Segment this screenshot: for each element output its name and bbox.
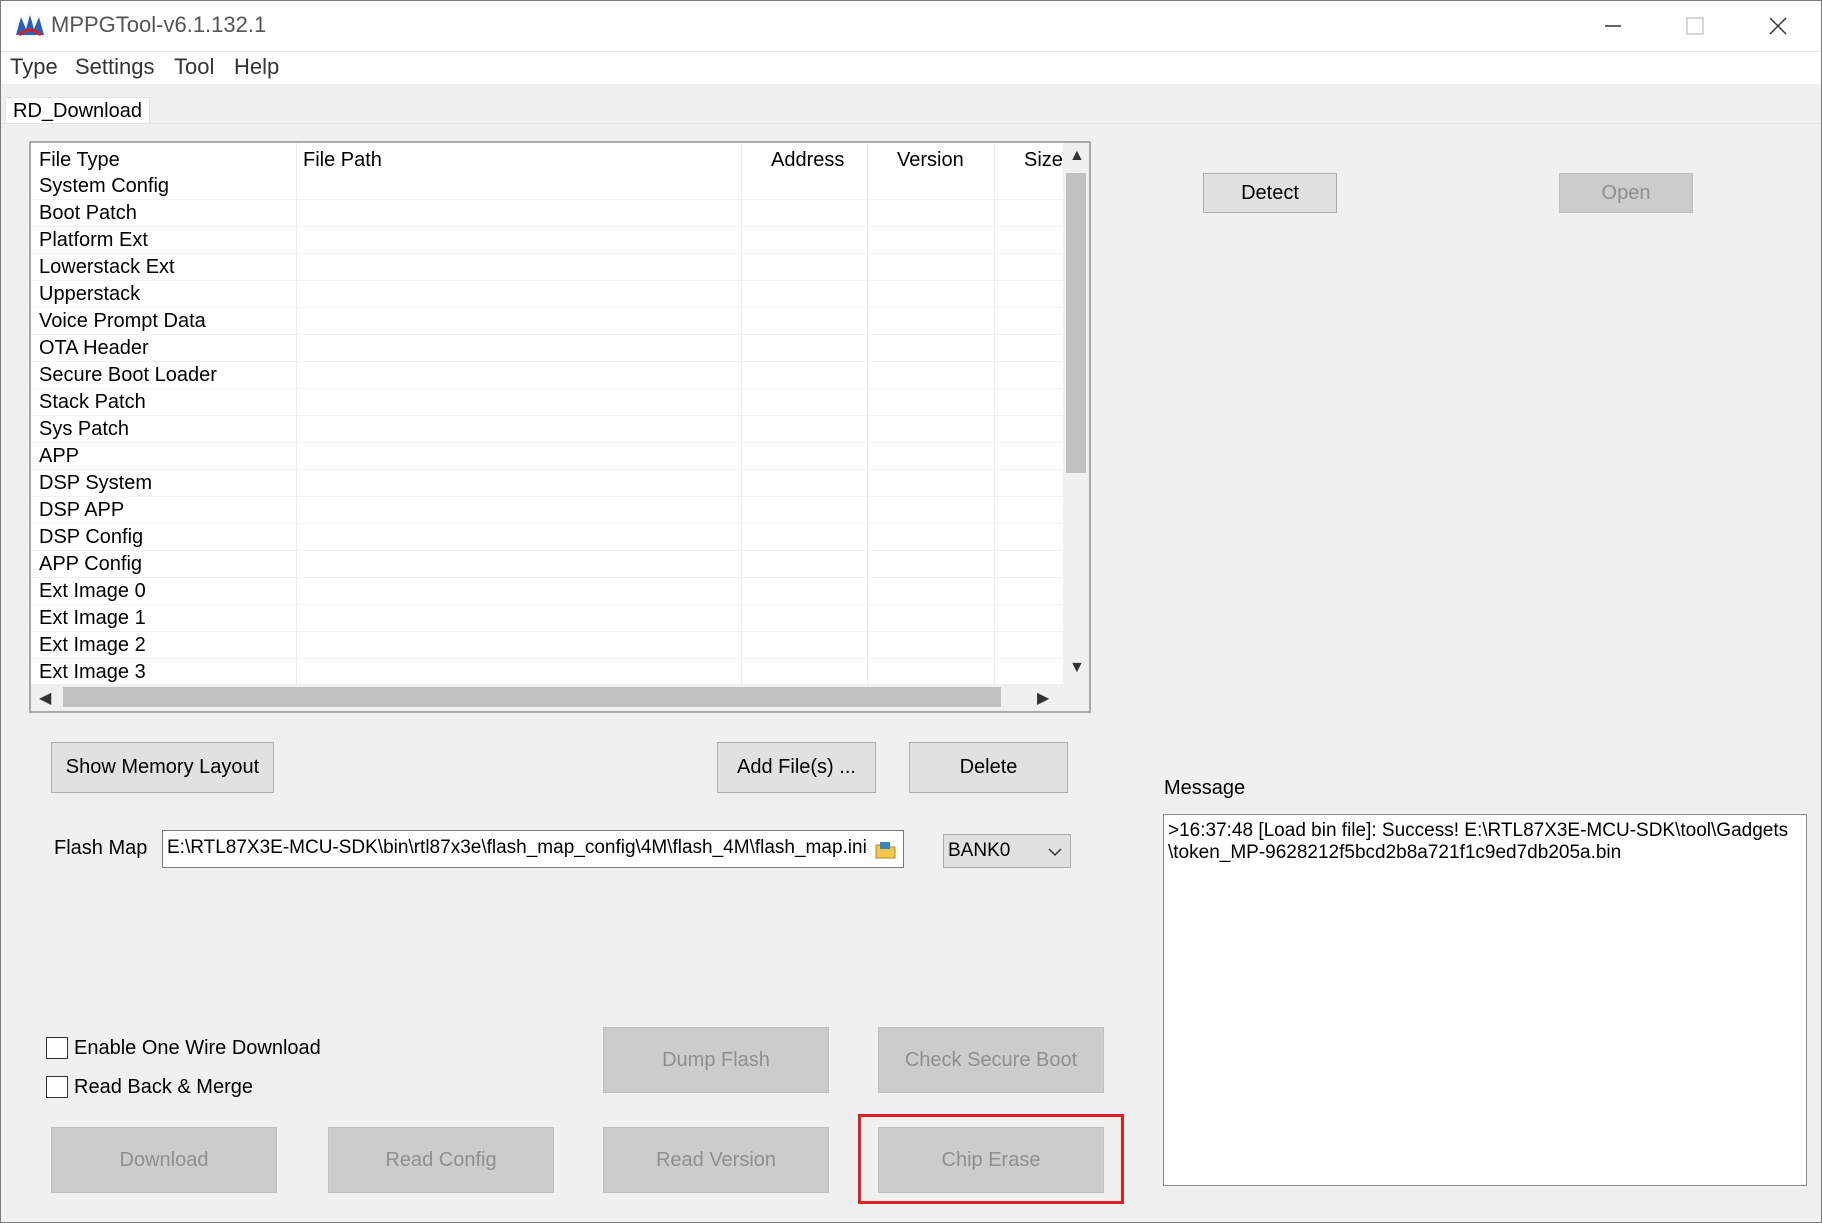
table-row[interactable]: Stack Patch xyxy=(31,389,1063,416)
menu-help[interactable]: Help xyxy=(234,54,279,80)
table-row[interactable]: DSP System xyxy=(31,470,1063,497)
table-row[interactable]: Lowerstack Ext xyxy=(31,254,1063,281)
dump-flash-button[interactable]: Dump Flash xyxy=(603,1027,829,1093)
row-file-type: APP Config xyxy=(39,553,143,575)
delete-button[interactable]: Delete xyxy=(909,742,1068,793)
open-button[interactable]: Open xyxy=(1559,173,1693,213)
scroll-up-icon[interactable]: ▲ xyxy=(1069,147,1085,165)
one-wire-label[interactable]: Enable One Wire Download xyxy=(74,1037,321,1060)
bank-select[interactable]: BANK0 xyxy=(943,834,1071,868)
flash-map-label: Flash Map xyxy=(54,837,148,859)
chip-erase-highlight xyxy=(858,1114,1124,1204)
scroll-right-icon[interactable]: ▶ xyxy=(1037,688,1049,708)
scroll-left-icon[interactable]: ◀ xyxy=(39,688,51,708)
row-file-type: Ext Image 3 xyxy=(39,661,146,683)
row-file-type: OTA Header xyxy=(39,337,149,359)
chevron-down-icon xyxy=(1048,848,1062,857)
message-label: Message xyxy=(1164,777,1246,799)
file-table: File Type File Path Address Version Size… xyxy=(29,141,1091,713)
row-file-type: Lowerstack Ext xyxy=(39,256,175,278)
close-button[interactable] xyxy=(1738,1,1818,51)
table-row[interactable]: DSP Config xyxy=(31,524,1063,551)
row-file-type: Ext Image 0 xyxy=(39,580,146,602)
detect-button[interactable]: Detect xyxy=(1203,173,1337,213)
add-files-button[interactable]: Add File(s) ... xyxy=(717,742,876,793)
table-row[interactable]: Ext Image 3 xyxy=(31,659,1063,686)
table-row[interactable]: Voice Prompt Data xyxy=(31,308,1063,335)
folder-browse-icon[interactable] xyxy=(875,840,897,860)
row-file-type: Ext Image 2 xyxy=(39,634,146,656)
column-version[interactable]: Version xyxy=(897,149,964,172)
table-row[interactable]: APP Config xyxy=(31,551,1063,578)
row-file-type: System Config xyxy=(39,175,170,197)
maximize-icon xyxy=(1686,17,1704,35)
tab-rd-download[interactable]: RD_Download xyxy=(5,97,150,124)
row-file-type: Sys Patch xyxy=(39,418,130,440)
table-row[interactable]: Platform Ext xyxy=(31,227,1063,254)
row-file-type: Ext Image 1 xyxy=(39,607,146,629)
read-version-button[interactable]: Read Version xyxy=(603,1127,829,1193)
tab-divider xyxy=(1,123,1821,124)
window-title: MPPGTool-v6.1.132.1 xyxy=(51,12,267,37)
row-file-type: Stack Patch xyxy=(39,391,146,413)
flash-map-path-field[interactable]: E:\RTL87X3E-MCU-SDK\bin\rtl87x3e\flash_m… xyxy=(162,830,904,868)
table-row[interactable]: Ext Image 2 xyxy=(31,632,1063,659)
message-log[interactable]: >16:37:48 [Load bin file]: Success! E:\R… xyxy=(1163,814,1807,1186)
message-line: \token_MP-9628212f5bcd2b8a721f1c9ed7db20… xyxy=(1168,842,1622,863)
row-file-type: Secure Boot Loader xyxy=(39,364,217,386)
menu-settings[interactable]: Settings xyxy=(75,54,155,80)
table-row[interactable]: Ext Image 1 xyxy=(31,605,1063,632)
close-icon xyxy=(1769,17,1787,35)
check-secure-boot-button[interactable]: Check Secure Boot xyxy=(878,1027,1104,1093)
row-file-type: Voice Prompt Data xyxy=(39,310,206,332)
horizontal-scrollbar[interactable]: ◀ ▶ xyxy=(31,684,1089,711)
row-file-type: DSP System xyxy=(39,472,152,494)
one-wire-checkbox[interactable] xyxy=(46,1037,68,1059)
table-header: File Type File Path Address Version Size xyxy=(31,143,1063,173)
bank-select-value: BANK0 xyxy=(948,840,1011,861)
maximize-button[interactable] xyxy=(1655,1,1735,51)
column-size[interactable]: Size xyxy=(1024,149,1063,172)
table-row[interactable]: Ext Image 0 xyxy=(31,578,1063,605)
row-file-type: APP xyxy=(39,445,80,467)
download-button[interactable]: Download xyxy=(51,1127,277,1193)
table-row[interactable]: Secure Boot Loader xyxy=(31,362,1063,389)
vertical-scrollbar[interactable]: ▲ ▼ xyxy=(1063,143,1089,684)
minimize-button[interactable] xyxy=(1573,1,1653,51)
menu-tool[interactable]: Tool xyxy=(174,54,214,80)
read-config-button[interactable]: Read Config xyxy=(328,1127,554,1193)
main-window: MPPGTool-v6.1.132.1 Type Settings Tool H… xyxy=(0,0,1822,1223)
vertical-scroll-thumb[interactable] xyxy=(1066,173,1086,473)
table-row[interactable]: DSP APP xyxy=(31,497,1063,524)
row-file-type: DSP Config xyxy=(39,526,144,548)
table-row[interactable]: System Config xyxy=(31,173,1063,200)
read-back-merge-label[interactable]: Read Back & Merge xyxy=(74,1076,253,1099)
horizontal-scroll-thumb[interactable] xyxy=(63,687,1001,707)
scroll-down-icon[interactable]: ▼ xyxy=(1069,659,1085,677)
table-row[interactable]: Upperstack xyxy=(31,281,1063,308)
table-row[interactable]: OTA Header xyxy=(31,335,1063,362)
app-logo-icon xyxy=(16,15,44,37)
row-file-type: DSP APP xyxy=(39,499,125,521)
title-bar: MPPGTool-v6.1.132.1 xyxy=(1,1,1821,52)
row-file-type: Boot Patch xyxy=(39,202,137,224)
row-file-type: Upperstack xyxy=(39,283,141,305)
row-file-type: Platform Ext xyxy=(39,229,148,251)
flash-map-path: E:\RTL87X3E-MCU-SDK\bin\rtl87x3e\flash_m… xyxy=(167,837,867,858)
menu-type[interactable]: Type xyxy=(10,54,58,80)
table-row[interactable]: APP xyxy=(31,443,1063,470)
table-row[interactable]: Boot Patch xyxy=(31,200,1063,227)
message-line: >16:37:48 [Load bin file]: Success! E:\R… xyxy=(1168,820,1789,841)
column-file-path[interactable]: File Path xyxy=(303,149,382,172)
read-back-merge-checkbox[interactable] xyxy=(46,1076,68,1098)
minimize-icon xyxy=(1605,25,1621,27)
table-row[interactable]: Sys Patch xyxy=(31,416,1063,443)
show-memory-layout-button[interactable]: Show Memory Layout xyxy=(51,742,274,793)
menu-bar: Type Settings Tool Help xyxy=(1,52,1821,84)
column-address[interactable]: Address xyxy=(771,149,844,172)
column-file-type[interactable]: File Type xyxy=(39,149,120,172)
